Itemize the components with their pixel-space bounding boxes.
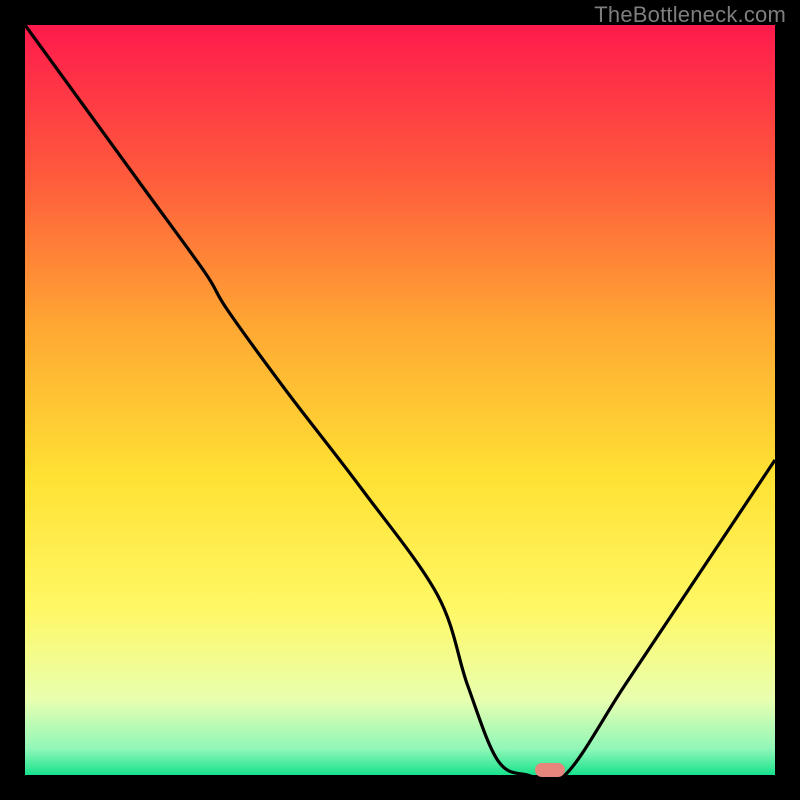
bottleneck-curve [25,25,775,775]
chart-frame: TheBottleneck.com [0,0,800,800]
plot-area [25,25,775,775]
optimal-marker [535,763,565,777]
